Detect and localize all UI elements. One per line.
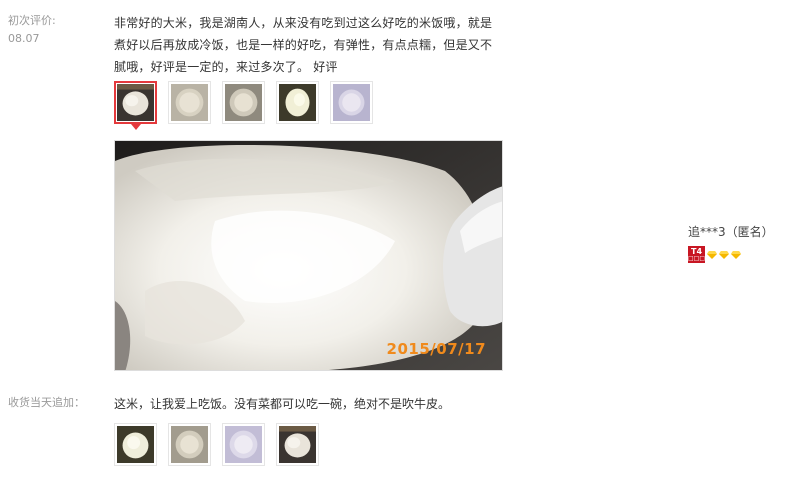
append-review-label: 收货当天追加： [8, 396, 85, 409]
diamond-icon [707, 250, 717, 259]
initial-review-thumbnails [114, 81, 373, 130]
append-review-thumbnails [114, 423, 319, 466]
rice-bowl-thumbnail [171, 84, 208, 121]
review-thumbnail-5[interactable] [330, 81, 373, 124]
initial-review-date: 08.07 [8, 32, 40, 45]
append-thumbnail-2[interactable] [168, 423, 211, 466]
level-badge: T4 □□□ [688, 246, 705, 263]
reviewer-name[interactable]: 追***3（匿名） [688, 223, 774, 240]
review-thumbnail-2[interactable] [168, 81, 211, 124]
rice-photo-thumbnail [279, 426, 316, 463]
rice-photo-thumbnail [117, 84, 154, 121]
append-thumbnail-4[interactable] [276, 423, 319, 466]
cooked-rice-image [115, 141, 502, 370]
rice-bowl-thumbnail [333, 84, 370, 121]
review-thumbnail-4[interactable] [276, 81, 319, 124]
review-thumbnail-3[interactable] [222, 81, 265, 124]
reviewer-info: 追***3（匿名） T4 □□□ [688, 223, 774, 263]
reviewer-level: T4 □□□ [688, 246, 774, 263]
level-badge-sub: □□□ [688, 255, 706, 262]
append-thumbnail-1[interactable] [114, 423, 157, 466]
rice-photo-thumbnail [117, 426, 154, 463]
initial-review-label: 初次评价: [8, 14, 56, 27]
photo-timestamp: 2015/07/17 [386, 340, 486, 358]
rice-bowl-thumbnail [225, 426, 262, 463]
diamond-icon [719, 250, 729, 259]
initial-review-text: 非常好的大米，我是湖南人，从来没有吃到过这么好吃的米饭哦，就是煮好以后再放成冷饭… [114, 16, 493, 74]
append-review-text: 这米，让我爱上吃饭。没有菜都可以吃一碗，绝对不是吹牛皮。 [114, 397, 451, 411]
rice-bowl-thumbnail [171, 426, 208, 463]
rice-photo-thumbnail [279, 84, 316, 121]
review-thumbnail-1[interactable] [114, 81, 157, 130]
rice-bowl-thumbnail [225, 84, 262, 121]
diamond-icon [731, 250, 741, 259]
append-thumbnail-3[interactable] [222, 423, 265, 466]
enlarged-review-photo[interactable]: 2015/07/17 [114, 140, 503, 371]
